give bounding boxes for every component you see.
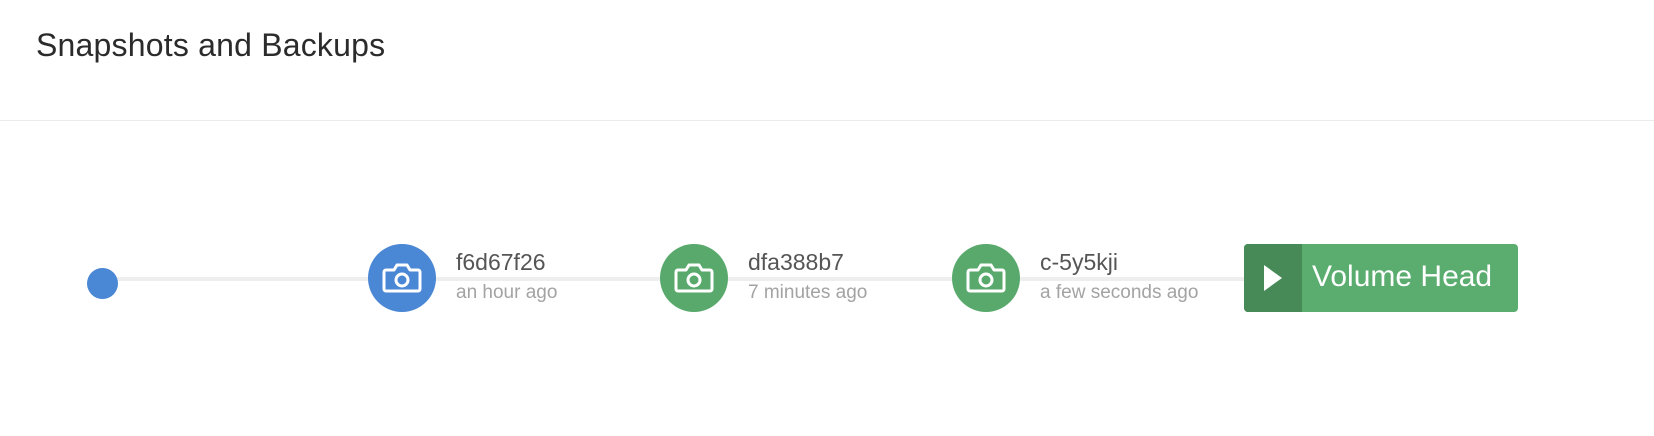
- timeline-root-dot[interactable]: [87, 268, 118, 299]
- snapshot-icon-circle: [368, 244, 436, 312]
- camera-icon: [674, 263, 714, 293]
- play-icon: [1264, 265, 1282, 291]
- volume-head-play-area: [1244, 244, 1302, 312]
- snapshot-time: 7 minutes ago: [748, 282, 868, 303]
- camera-icon: [966, 263, 1006, 293]
- volume-head-label: Volume Head: [1312, 260, 1493, 293]
- snapshot-icon-circle: [952, 244, 1020, 312]
- volume-head-button[interactable]: Volume Head: [1244, 244, 1518, 312]
- snapshot-timeline: f6d67f26 an hour ago dfa388b7 7 minutes …: [0, 0, 1654, 436]
- snapshot-id: c-5y5kji: [1040, 249, 1118, 275]
- camera-icon: [382, 263, 422, 293]
- snapshot-id: dfa388b7: [748, 249, 844, 275]
- snapshot-id: f6d67f26: [456, 249, 546, 275]
- snapshot-time: a few seconds ago: [1040, 282, 1199, 303]
- snapshot-time: an hour ago: [456, 282, 558, 303]
- snapshot-icon-circle: [660, 244, 728, 312]
- snapshots-panel: Snapshots and Backups f6d67f26 an hour a…: [0, 0, 1654, 436]
